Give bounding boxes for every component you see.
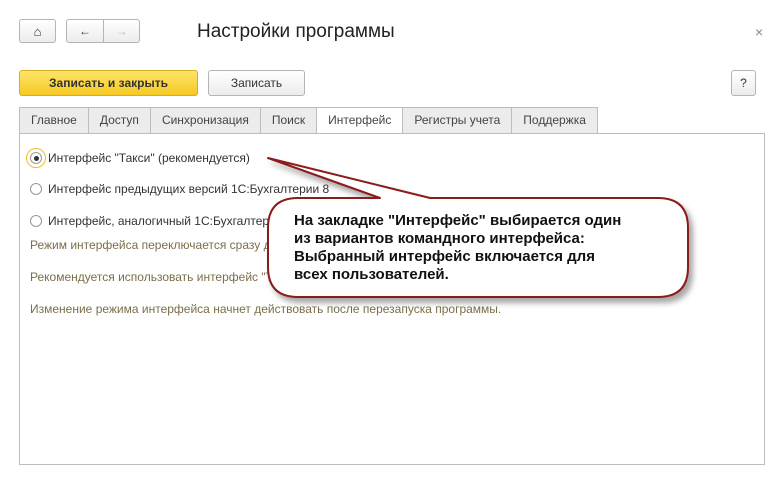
callout-line: На закладке "Интерфейс" выбирается один <box>294 212 622 229</box>
callout-line: всех пользователей. <box>294 266 449 283</box>
callout-text: На закладке "Интерфейс" выбирается один … <box>294 212 674 284</box>
callout-line: из вариантов командного интерфейса: <box>294 230 585 247</box>
callout-line: Выбранный интерфейс включается для <box>294 248 595 265</box>
